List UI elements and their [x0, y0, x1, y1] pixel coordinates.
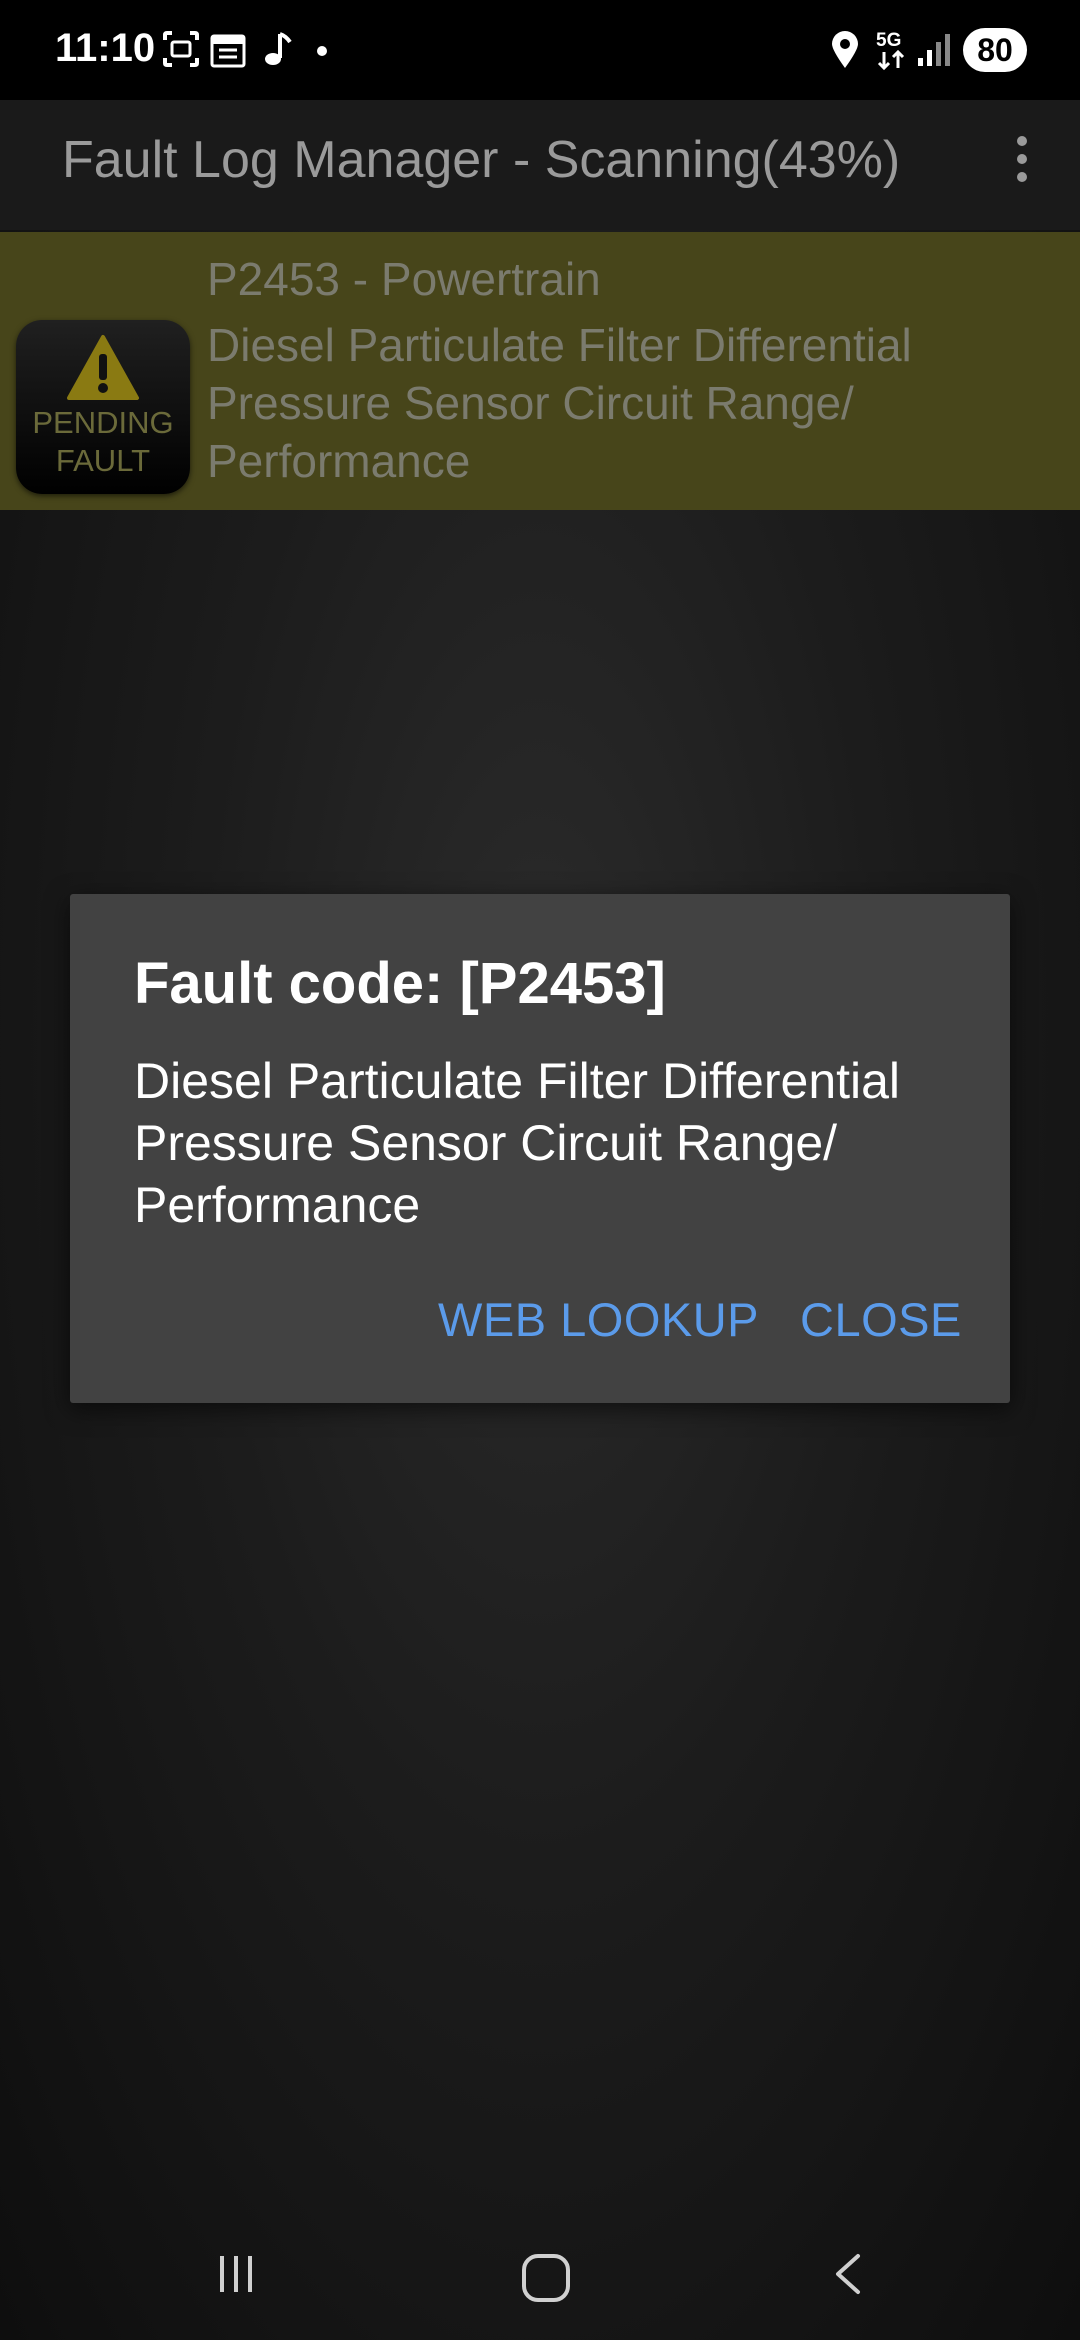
- fault-list-item[interactable]: PENDING FAULT P2453 - Powertrain Diesel …: [0, 232, 1080, 510]
- music-note-icon: [262, 30, 292, 73]
- web-lookup-button[interactable]: WEB LOOKUP: [438, 1292, 759, 1347]
- pending-fault-badge: PENDING FAULT: [16, 320, 190, 494]
- app-bar: Fault Log Manager - Scanning(43%): [0, 100, 1080, 230]
- badge-line-fault: FAULT: [55, 443, 151, 478]
- badge-line-pending: PENDING: [32, 405, 174, 440]
- close-button[interactable]: CLOSE: [800, 1292, 962, 1347]
- dialog-title: Fault code: [P2453]: [134, 951, 666, 1016]
- status-time: 11:10: [55, 26, 156, 70]
- dialog-message: Diesel Particulate Filter Differential P…: [134, 1053, 901, 1233]
- location-icon: [830, 30, 860, 75]
- back-icon[interactable]: [832, 2252, 862, 2301]
- screenshot-icon: [162, 30, 200, 73]
- app-title: Fault Log Manager - Scanning(43%): [62, 131, 901, 189]
- pending-fault-text: PENDING FAULT: [16, 404, 190, 480]
- dot-icon: [316, 44, 328, 62]
- home-icon[interactable]: [522, 2254, 570, 2302]
- fault-description: Diesel Particulate Filter Differential P…: [207, 319, 912, 487]
- screen: 11:10 5G 80 Fault Log Manager - Scanning…: [0, 0, 1080, 2340]
- overflow-menu-icon[interactable]: [1004, 136, 1040, 192]
- navigation-bar: [0, 2200, 1080, 2340]
- fault-code-line: P2453 - Powertrain: [207, 253, 601, 305]
- warning-icon: [67, 335, 139, 400]
- calendar-icon: [210, 30, 246, 73]
- svg-text:5G: 5G: [876, 30, 901, 51]
- 5g-icon: 5G: [874, 28, 910, 77]
- fault-code-dialog: Fault code: [P2453] Diesel Particulate F…: [70, 894, 1010, 1403]
- battery-indicator: 80: [963, 28, 1027, 72]
- recents-icon[interactable]: [220, 2256, 262, 2297]
- status-bar: 11:10 5G 80: [0, 0, 1080, 100]
- signal-icon: [916, 30, 952, 73]
